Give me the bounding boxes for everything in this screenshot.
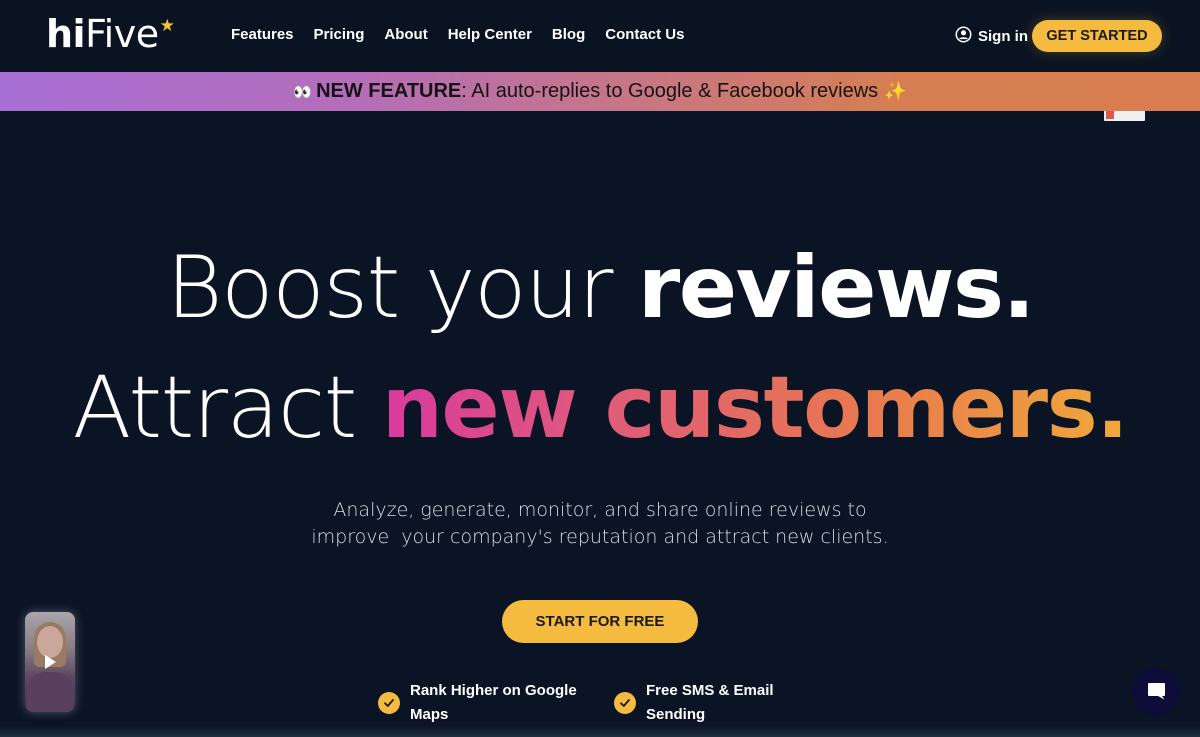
nav-links: Features Pricing About Help Center Blog …	[231, 26, 704, 43]
video-testimonial-widget[interactable]	[25, 612, 75, 712]
nav-link-help-center[interactable]: Help Center	[448, 26, 532, 43]
check-icon	[378, 692, 400, 714]
top-navigation: hi Five ★ Features Pricing About Help Cent…	[0, 0, 1200, 72]
headline-bold-1: reviews.	[637, 238, 1035, 338]
feature-text: Rank Higher on Google Maps	[410, 682, 577, 723]
sparkle-icon: ✨	[884, 81, 907, 101]
nav-link-blog[interactable]: Blog	[552, 26, 585, 43]
chat-bubble-icon	[1145, 680, 1167, 705]
nav-link-about[interactable]: About	[384, 26, 427, 43]
headline-line-2: Attract new customers.	[0, 358, 1200, 458]
nav-link-features[interactable]: Features	[231, 26, 294, 43]
bottom-glow	[0, 725, 1200, 737]
hero-subtitle: Analyze, generate, monitor, and share on…	[0, 497, 1200, 551]
eyes-icon: 👀	[293, 83, 312, 101]
banner-label: NEW FEATURE	[316, 80, 462, 102]
video-thumbnail-body	[27, 672, 73, 712]
chat-button[interactable]	[1132, 668, 1180, 716]
new-feature-banner[interactable]: 👀 NEW FEATURE : AI auto-replies to Googl…	[0, 72, 1200, 111]
get-started-button[interactable]: GET STARTED	[1032, 20, 1162, 52]
headline-light-2: Attract	[72, 358, 382, 458]
logo-hi: hi	[46, 12, 86, 56]
headline-light-1: Boost your	[166, 238, 638, 338]
feature-text: Free SMS & Email Sending	[646, 682, 774, 723]
sign-in-label: Sign in	[978, 28, 1028, 45]
feature-item: Free SMS & Email Sending	[614, 679, 786, 727]
subtitle-line-1: Analyze, generate, monitor, and share on…	[333, 499, 867, 521]
video-thumbnail-face	[37, 626, 63, 658]
nav-link-contact-us[interactable]: Contact Us	[605, 26, 684, 43]
feature-item: Rank Higher on Google Maps	[378, 679, 580, 727]
start-for-free-button[interactable]: START FOR FREE	[502, 600, 698, 643]
hifive-logo[interactable]: hi Five ★	[46, 12, 175, 56]
headline-gradient: new customers.	[381, 358, 1129, 458]
check-icon	[614, 692, 636, 714]
sign-in-link[interactable]: Sign in	[955, 26, 1028, 47]
headline-line-1: Boost your reviews.	[0, 238, 1200, 338]
play-icon	[45, 655, 56, 669]
review-thumbnail	[1104, 111, 1145, 121]
subtitle-line-2: improve your company's reputation and at…	[311, 526, 889, 548]
banner-text: : AI auto-replies to Google & Facebook r…	[461, 80, 879, 102]
nav-link-pricing[interactable]: Pricing	[314, 26, 365, 43]
logo-five: Five	[85, 12, 159, 56]
star-icon: ★	[159, 16, 175, 36]
user-circle-icon	[955, 26, 972, 47]
